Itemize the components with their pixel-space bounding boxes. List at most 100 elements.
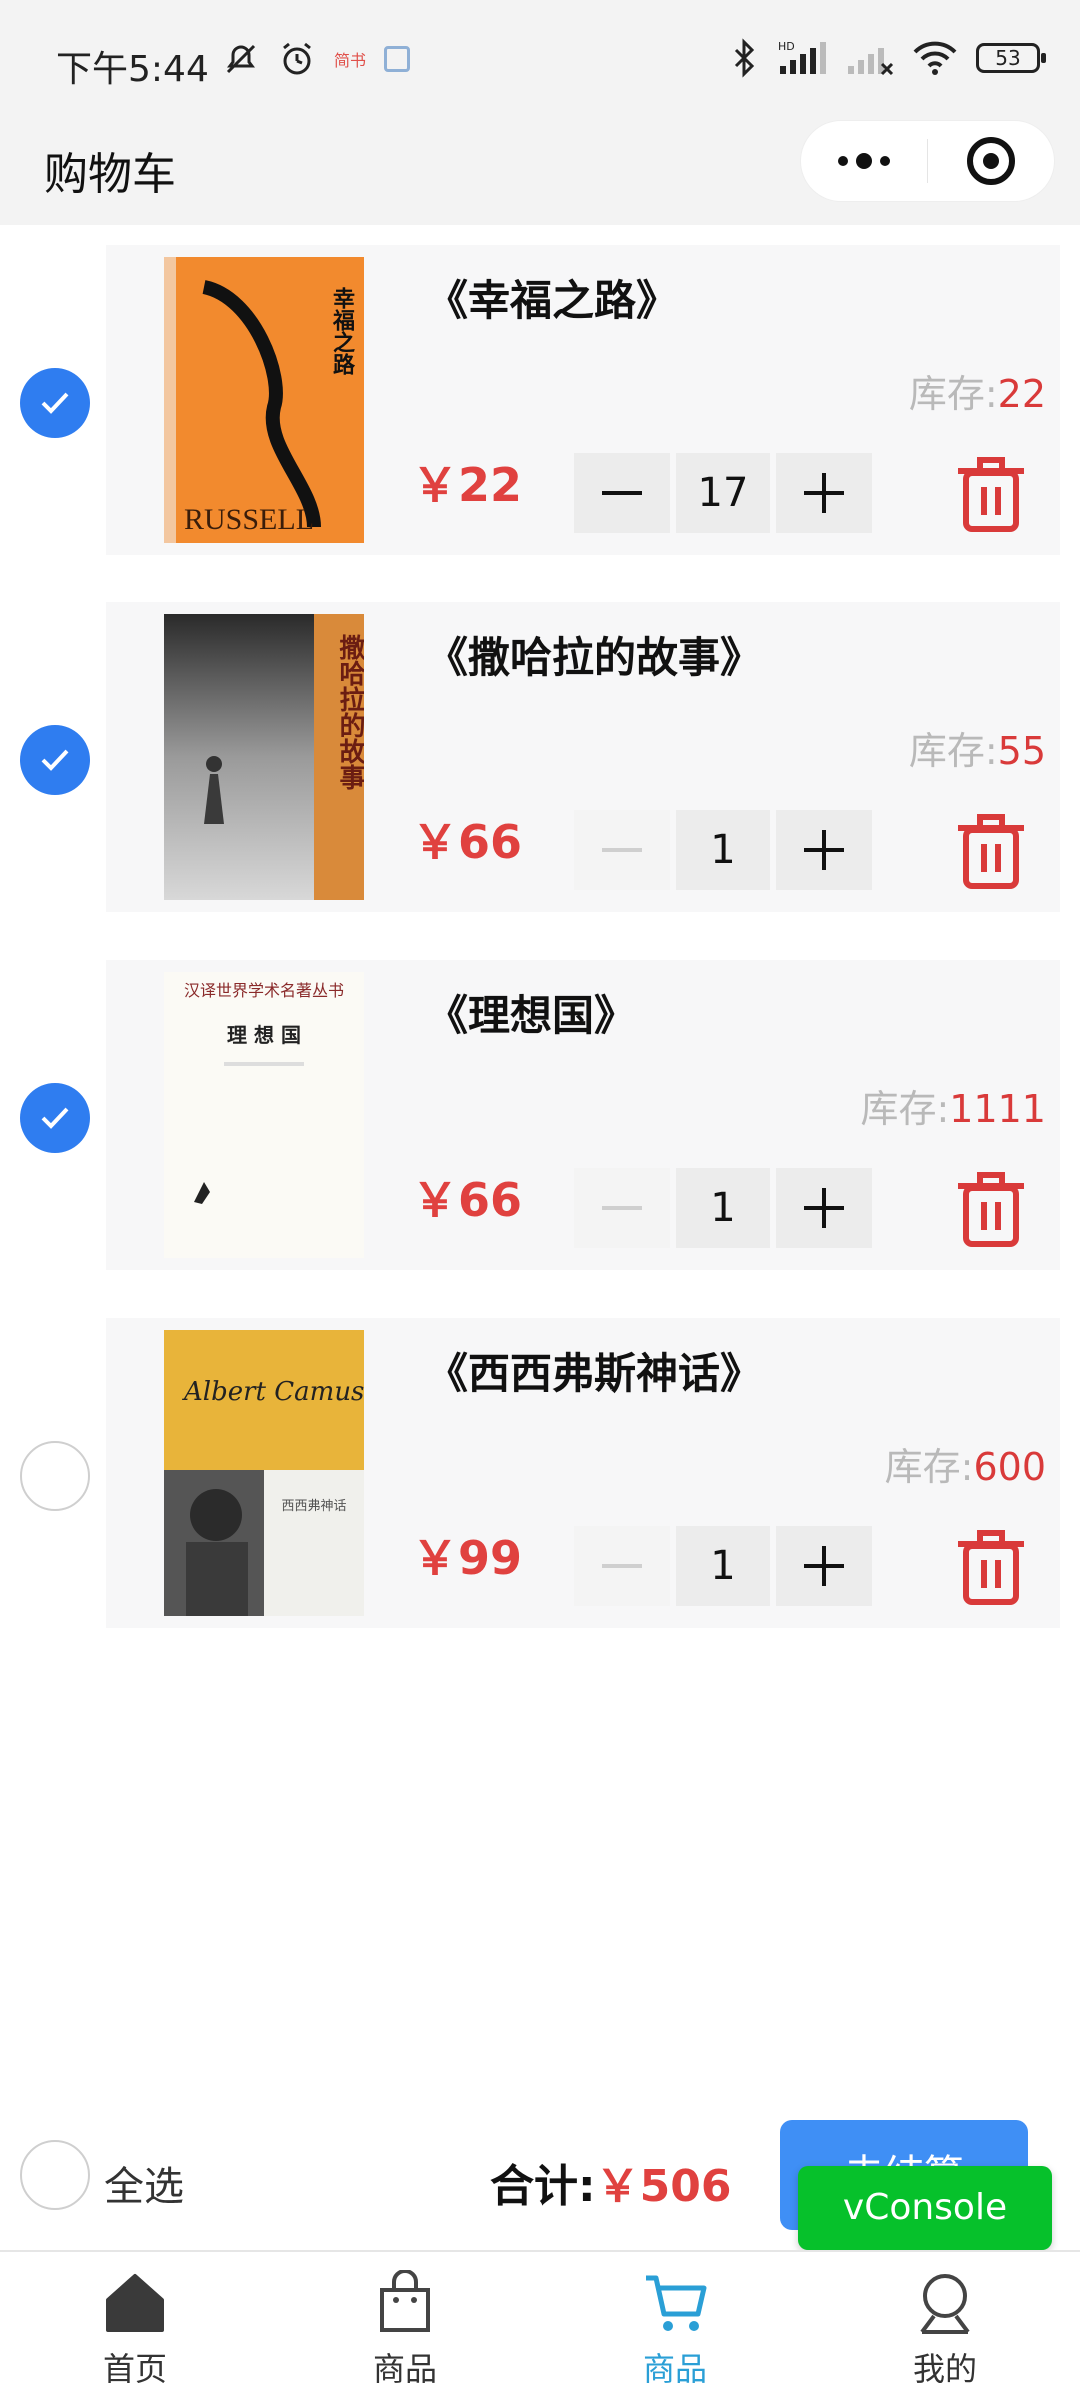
cart-item: 汉译世界学术名著丛书 理 想 国 《理想国》 库存:1111 ￥66 1 [0, 960, 1080, 1280]
wifi-icon [913, 41, 957, 75]
nav-header: 购物车 [0, 120, 1080, 225]
cover-signature: Albert Camus [182, 1377, 364, 1407]
app-notification-icon [384, 46, 411, 72]
item-price: ￥66 [412, 1173, 523, 1227]
battery-icon: 53 [976, 43, 1046, 73]
minus-icon [602, 848, 642, 852]
cart-total: 合计:￥506 [490, 2150, 731, 2214]
mute-icon [226, 44, 256, 74]
decrease-button[interactable] [574, 1168, 670, 1248]
cart-item: 幸福之路 RUSSELL 《幸福之路》 库存:22 ￥22 17 [0, 245, 1080, 565]
more-menu-button[interactable] [801, 120, 927, 202]
decrease-button[interactable] [574, 810, 670, 890]
status-bar: 下午5:44 简书 HD 53 [0, 0, 1080, 120]
checkmark-icon [41, 392, 69, 414]
miniprogram-capsule [800, 120, 1055, 202]
tab-mine[interactable]: 我的 [810, 2252, 1080, 2400]
quantity-value[interactable]: 1 [676, 810, 770, 890]
quantity-value[interactable]: 1 [676, 1168, 770, 1248]
item-checkbox[interactable] [20, 1441, 90, 1511]
tab-home[interactable]: 首页 [0, 2252, 270, 2400]
more-dot-icon [837, 156, 848, 166]
cover-spine-title: 撒哈拉的故事 [335, 634, 364, 791]
book-title: 《西西弗斯神话》 [426, 1349, 763, 1398]
book-title: 《撒哈拉的故事》 [426, 633, 763, 682]
increase-button[interactable] [776, 1526, 872, 1606]
checkmark-icon [41, 749, 69, 771]
bluetooth-icon [734, 38, 755, 78]
increase-button[interactable] [776, 810, 872, 890]
quantity-stepper: 1 [574, 1526, 872, 1606]
item-checkbox[interactable] [20, 368, 90, 438]
alarm-icon [283, 42, 311, 75]
book-cover[interactable]: 撒哈拉的故事 [164, 614, 364, 900]
cart-item-card: 汉译世界学术名著丛书 理 想 国 《理想国》 库存:1111 ￥66 1 [106, 960, 1060, 1270]
stock-label: 库存: [908, 729, 998, 773]
checkmark-icon [41, 1107, 69, 1129]
cover-spine-title: 幸福之路 [329, 286, 356, 375]
signal-hd-icon: HD [778, 40, 826, 74]
book-title: 《理想国》 [426, 991, 637, 1040]
quantity-stepper: 17 [574, 453, 872, 533]
total-amount: ￥506 [595, 2161, 732, 2212]
trash-icon[interactable] [956, 1172, 1026, 1248]
stock-info: 库存:1111 [860, 1078, 1046, 1133]
cover-title: 西西弗神话 [281, 1499, 346, 1514]
close-miniprogram-button[interactable] [928, 120, 1054, 202]
vconsole-button[interactable]: vConsole [798, 2166, 1052, 2250]
book-cover[interactable]: 汉译世界学术名著丛书 理 想 国 [164, 972, 364, 1258]
minus-icon [602, 1564, 642, 1568]
cart-item: Albert Camus 西西弗神话 《西西弗斯神话》 库存:600 ￥99 1 [0, 1318, 1080, 1638]
trash-icon[interactable] [956, 1530, 1026, 1606]
stock-info: 库存:55 [909, 720, 1046, 775]
cart-item: 撒哈拉的故事 《撒哈拉的故事》 库存:55 ￥66 1 [0, 602, 1080, 922]
bottom-tab-bar: 首页 商品 商品 我的 [0, 2250, 1080, 2400]
status-left-icons: 简书 [222, 40, 411, 78]
more-dot-icon [879, 156, 890, 166]
plus-icon [804, 473, 844, 513]
jianshu-app-icon: 简书 [334, 51, 367, 70]
select-all-checkbox[interactable] [20, 2140, 90, 2210]
stock-count: 1111 [949, 1087, 1046, 1131]
quantity-value[interactable]: 1 [676, 1526, 770, 1606]
item-checkbox[interactable] [20, 1083, 90, 1153]
select-all-label[interactable]: 全选 [104, 2154, 184, 2212]
book-cover[interactable]: Albert Camus 西西弗神话 [164, 1330, 364, 1616]
stock-label: 库存: [860, 1087, 950, 1131]
total-label: 合计: [490, 2161, 596, 2212]
trash-icon[interactable] [956, 814, 1026, 890]
minus-icon [602, 1206, 642, 1210]
svg-text:HD: HD [778, 40, 795, 53]
profile-icon [920, 2274, 970, 2334]
item-price: ￥22 [412, 458, 523, 512]
stock-label: 库存: [884, 1445, 974, 1489]
cart-item-card: 幸福之路 RUSSELL 《幸福之路》 库存:22 ￥22 17 [106, 245, 1060, 555]
signal-2-icon [848, 48, 894, 76]
cart-icon [646, 2275, 707, 2331]
stock-count: 55 [997, 729, 1046, 773]
trash-icon[interactable] [956, 457, 1026, 533]
quantity-value[interactable]: 17 [676, 453, 770, 533]
cart-item-card: Albert Camus 西西弗神话 《西西弗斯神话》 库存:600 ￥99 1 [106, 1318, 1060, 1628]
cover-title: 理 想 国 [227, 1023, 301, 1047]
home-icon [106, 2274, 164, 2332]
tab-label: 商品 [642, 2350, 707, 2388]
minus-icon [602, 491, 642, 495]
item-price: ￥99 [412, 1531, 523, 1585]
tab-label: 商品 [372, 2350, 437, 2388]
tab-cart[interactable]: 商品 [540, 2252, 810, 2400]
tab-products[interactable]: 商品 [270, 2252, 540, 2400]
quantity-stepper: 1 [574, 810, 872, 890]
decrease-button[interactable] [574, 453, 670, 533]
increase-button[interactable] [776, 453, 872, 533]
decrease-button[interactable] [574, 1526, 670, 1606]
tab-label: 我的 [912, 2350, 977, 2388]
book-cover[interactable]: 幸福之路 RUSSELL [164, 257, 364, 543]
item-checkbox[interactable] [20, 725, 90, 795]
increase-button[interactable] [776, 1168, 872, 1248]
more-dot-icon [855, 153, 872, 169]
status-right-icons: HD 53 [732, 38, 1046, 78]
plus-icon [804, 1546, 844, 1586]
quantity-stepper: 1 [574, 1168, 872, 1248]
cover-author: RUSSELL [184, 503, 314, 536]
